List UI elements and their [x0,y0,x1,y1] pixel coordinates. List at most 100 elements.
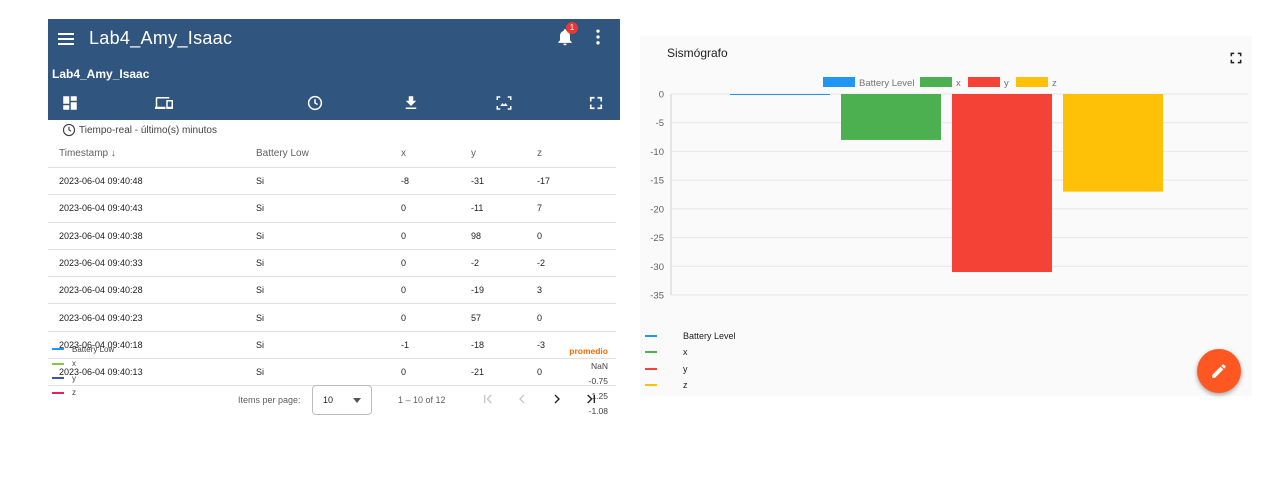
legend-label: x [956,78,961,89]
table-cell: -2 [471,258,480,269]
menu-icon[interactable] [54,27,78,51]
legend-item[interactable]: x [645,344,736,360]
table-cell: 57 [471,312,482,323]
dashboard-icon[interactable] [60,94,80,112]
legend-label: z [683,380,688,391]
dropdown-arrow-icon [353,398,361,403]
notification-badge: 1 [566,22,578,34]
legend-item[interactable]: y [645,361,736,377]
header-z[interactable]: z [537,148,597,159]
legend-label: Battery Level [859,78,914,89]
legend-label: z [1052,78,1057,89]
table-cell: 7 [537,203,543,214]
legend-label: x [683,347,688,358]
table-cell: Si [256,258,265,269]
bar-chart: 0 -5 -10 -15 -20 -25 -30 -35 Battery Level x y z [650,77,1248,302]
legend-swatch [645,367,657,370]
table-cell: Si [256,285,265,296]
legend-item[interactable]: Battery Level [645,328,736,344]
clock-icon [62,123,76,137]
legend-swatch [52,377,64,380]
legend-item: Battery Low [52,342,114,357]
table-row[interactable]: 2023-06-04 09:40:48 Si -8 -31 -17 [48,168,616,196]
bar-y [952,94,1052,273]
sort-arrow-icon: ↓ [110,148,116,159]
table-row[interactable]: 2023-06-04 09:40:28 Si 0 -19 3 [48,277,616,305]
y-tick-label: -20 [650,204,664,215]
page-size-select[interactable]: 10 [312,385,372,415]
chart-widget: Sismógrafo 0 -5 -10 -15 -20 -25 -30 -35 Battery … [640,36,1252,396]
y-tick-label: -30 [650,262,664,273]
edit-fab-button[interactable] [1197,349,1241,393]
table-cell: -2 [537,258,546,269]
history-icon[interactable] [305,94,325,112]
table-cell: 2023-06-04 09:40:43 [59,203,143,214]
table-cell: 0 [401,367,407,378]
first-page-icon[interactable] [480,391,496,407]
devices-icon[interactable] [154,94,174,112]
table-row[interactable]: 2023-06-04 09:40:38 Si 0 98 0 [48,223,616,250]
legend-swatch [1016,77,1048,87]
download-icon[interactable] [401,94,421,112]
table-cell: 0 [401,203,407,214]
table-cell: 2023-06-04 09:40:38 [59,230,143,241]
app-title: Lab4_Amy_Isaac [89,28,233,48]
table-cell: 0 [537,312,543,323]
table-cell: 0 [537,230,543,241]
chart-bottom-legend: Battery Level x y z [645,328,736,393]
fullscreen-icon[interactable] [586,94,606,112]
y-tick-label: -25 [650,233,664,244]
table-cell: 0 [401,285,407,296]
legend-item[interactable]: z [645,377,736,393]
legend-item: y [52,371,114,386]
last-page-icon[interactable] [583,391,599,407]
table-widget: Lab4_Amy_Isaac 1 Lab4_Amy_Isaac Tiempo-r… [48,19,620,421]
table-cell: 3 [537,285,543,296]
y-tick-label: -15 [650,176,664,187]
header-y[interactable]: y [471,148,537,159]
table-row[interactable]: 2023-06-04 09:40:23 Si 0 57 0 [48,304,616,332]
page-range: 1 – 10 of 12 [398,395,446,405]
header-battery-low[interactable]: Battery Low [256,148,401,159]
legend-item: z [52,386,114,401]
legend-swatch [52,391,64,394]
y-tick-label: -5 [656,118,664,129]
legend-item: x [52,357,114,372]
legend-swatch [645,351,657,354]
legend-swatch [920,77,952,87]
legend-swatch [645,384,657,387]
items-per-page-label: Items per page: [238,395,301,405]
header-x[interactable]: x [401,148,471,159]
table-cell: 0 [401,230,407,241]
legend-label: y [1004,78,1009,89]
image-icon[interactable] [494,94,514,112]
table-cell: -11 [471,203,484,214]
header-timestamp[interactable]: Timestamp ↓ [59,148,256,159]
table-row[interactable]: 2023-06-04 09:40:43 Si 0 -11 7 [48,195,616,223]
promedio-value: NaN [590,361,608,371]
timewindow[interactable]: Tiempo-real - último(s) minutos [62,122,217,138]
table-cell: -31 [471,176,485,187]
table-cell: 0 [401,258,407,269]
more-vert-icon[interactable] [588,27,608,47]
bar-battery-level [730,94,830,95]
bar-z [1063,94,1163,192]
legend-swatch [52,348,64,351]
y-tick-label: -35 [650,291,664,302]
table-row[interactable]: 2023-06-04 09:40:33 Si 0 -2 -2 [48,250,616,278]
table-header: Timestamp ↓ Battery Low x y z [48,140,616,168]
dashboard-title: Lab4_Amy_Isaac [52,67,150,81]
prev-page-icon[interactable] [514,391,530,407]
table-cell: 2023-06-04 09:40:23 [59,312,143,323]
table-legend: Battery Low x y z [52,342,114,400]
table-cell: -17 [537,176,551,187]
table-cell: 2023-06-04 09:40:48 [59,176,143,187]
legend-swatch [52,362,64,365]
table-cell: -19 [471,285,485,296]
legend-swatch [645,335,657,338]
page-size-value: 10 [323,395,334,405]
next-page-icon[interactable] [549,391,565,407]
table-cell: Si [256,367,265,378]
table-cell: Si [256,203,265,214]
promedio-header: promedio [569,346,608,356]
